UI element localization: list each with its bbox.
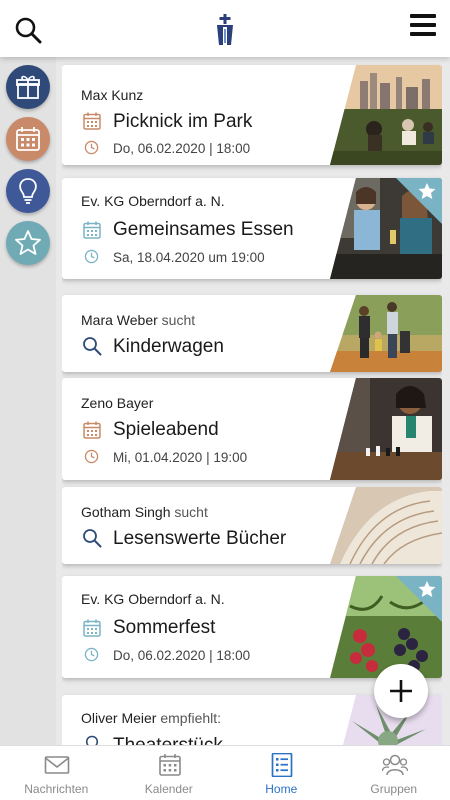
feed-list: Max Kunz Picknick im Park Do, 06.02.2020…	[62, 57, 442, 745]
nav-calendar[interactable]: Kalender	[113, 746, 226, 800]
clock-icon	[84, 249, 99, 264]
favorite-ribbon[interactable]	[396, 576, 442, 622]
bottom-navigation: Nachrichten Kalender Home Gruppen	[0, 745, 450, 800]
nav-label: Home	[265, 782, 298, 796]
calendar-icon	[83, 619, 101, 637]
card-author: Ev. KG Oberndorf a. N.	[81, 591, 225, 607]
feed-card[interactable]: Max Kunz Picknick im Park Do, 06.02.2020…	[62, 65, 442, 165]
feed-card[interactable]: Gotham Singh sucht Lesenswerte Bücher	[62, 487, 442, 564]
card-photo-picnic	[330, 65, 442, 165]
card-title: Lesenswerte Bücher	[113, 528, 287, 549]
search-icon	[83, 337, 102, 356]
app-header	[0, 0, 450, 57]
mail-icon	[44, 756, 70, 774]
lightbulb-icon	[85, 735, 99, 745]
card-date: Mi, 01.04.2020 | 19:00	[113, 450, 248, 465]
search-icon	[83, 529, 102, 548]
nav-label: Gruppen	[370, 782, 418, 796]
search-icon[interactable]	[14, 16, 42, 44]
calendar-icon	[16, 127, 40, 151]
card-author: Zeno Bayer	[81, 395, 154, 411]
feed-card[interactable]: Zeno Bayer Spieleabend Mi, 01.04.2020 | …	[62, 378, 442, 480]
card-title: Sommerfest	[113, 617, 216, 638]
home-list-icon	[271, 753, 293, 777]
calendar-icon	[158, 754, 181, 776]
category-rail	[0, 57, 56, 745]
card-photo-book	[330, 487, 442, 564]
clock-icon	[84, 647, 99, 662]
card-title: Kinderwagen	[113, 336, 224, 357]
groups-icon	[381, 754, 408, 776]
hamburger-menu-icon[interactable]	[410, 14, 436, 36]
feed-card[interactable]: Mara Weber sucht Kinderwagen	[62, 295, 442, 372]
nav-home[interactable]: Home	[225, 746, 338, 800]
feed-card[interactable]: Ev. KG Oberndorf a. N. Gemeinsames Essen…	[62, 178, 442, 279]
card-author: Oliver Meier empfiehlt:	[81, 710, 222, 726]
category-favorites-button[interactable]	[6, 221, 50, 265]
card-author: Ev. KG Oberndorf a. N.	[81, 193, 225, 209]
lightbulb-icon	[19, 178, 37, 204]
nav-label: Kalender	[144, 782, 193, 796]
add-post-button[interactable]	[374, 664, 428, 718]
church-logo[interactable]	[213, 13, 237, 47]
nav-messages[interactable]: Nachrichten	[0, 746, 113, 800]
card-title: Spieleabend	[113, 419, 219, 440]
feed-card[interactable]: Ev. KG Oberndorf a. N. Sommerfest Do, 06…	[62, 576, 442, 678]
calendar-icon	[83, 421, 101, 439]
card-title: Theaterstück	[113, 735, 223, 745]
card-title: Gemeinsames Essen	[113, 219, 294, 240]
plus-icon	[390, 680, 412, 702]
card-author: Max Kunz	[81, 87, 144, 103]
nav-groups[interactable]: Gruppen	[338, 746, 450, 800]
card-title: Picknick im Park	[113, 111, 253, 132]
card-author: Mara Weber sucht	[81, 312, 196, 328]
category-ideas-button[interactable]	[6, 169, 50, 213]
gift-icon	[16, 75, 40, 99]
category-gift-button[interactable]	[6, 65, 50, 109]
card-author: Gotham Singh sucht	[81, 504, 208, 520]
star-icon	[15, 230, 41, 255]
clock-icon	[84, 449, 99, 464]
card-photo-chess	[330, 378, 442, 480]
card-date: Do, 06.02.2020 | 18:00	[113, 648, 251, 663]
nav-label: Nachrichten	[24, 782, 89, 796]
favorite-ribbon[interactable]	[396, 178, 442, 224]
card-date: Sa, 18.04.2020 um 19:00	[113, 250, 265, 265]
calendar-icon	[83, 112, 101, 130]
clock-icon	[84, 140, 99, 155]
calendar-icon	[83, 221, 101, 239]
category-calendar-button[interactable]	[6, 117, 50, 161]
card-photo-family	[330, 295, 442, 372]
card-date: Do, 06.02.2020 | 18:00	[113, 141, 251, 156]
